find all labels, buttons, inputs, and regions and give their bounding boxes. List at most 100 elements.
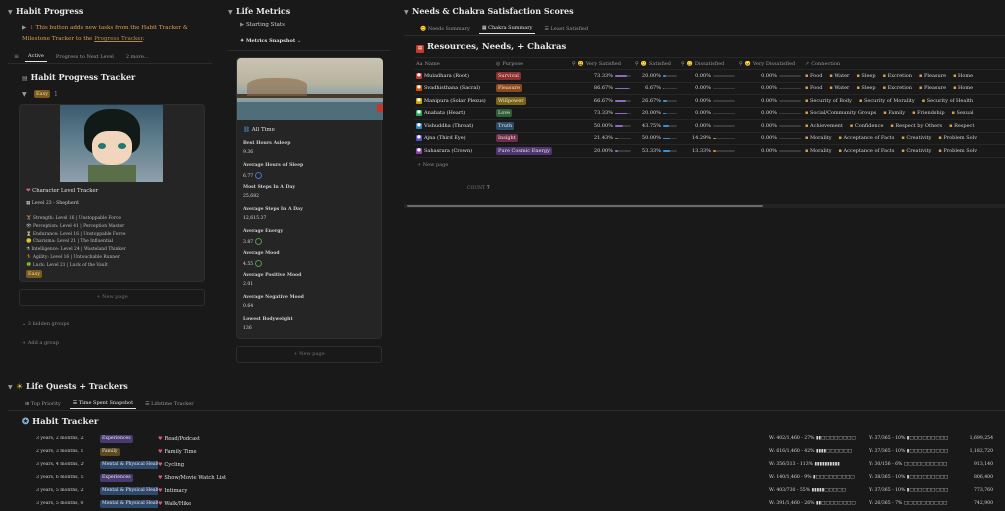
connection-tag[interactable]: ▪ Respect <box>949 123 974 129</box>
connection-tag[interactable]: ▪ Excretion <box>883 85 912 91</box>
character-card[interactable]: ❤ Character Level Tracker ▦ Level 23 - S… <box>19 104 205 282</box>
tab-needs-summary[interactable]: 😊 Needs Summary <box>417 24 473 34</box>
tag-icon: ▪ <box>838 135 842 142</box>
chakra-name[interactable]: ● Ajna (Third Eye) <box>414 135 494 142</box>
chakra-name[interactable]: ● Anahata (Heart) <box>414 110 494 117</box>
horizontal-scrollbar[interactable] <box>404 204 1005 208</box>
connection-tag[interactable]: ▪ Security of Health <box>922 98 973 104</box>
connection-tag[interactable]: ▪ Pleasure <box>919 85 946 91</box>
connection-tag[interactable]: ▪ Sleep <box>856 85 875 91</box>
tab-progress-to-next-level[interactable]: Progress to Next Level <box>53 52 117 62</box>
scrollbar-thumb[interactable] <box>407 205 763 207</box>
connection-tag[interactable]: ▪ Respect by Others <box>890 123 942 129</box>
tab-chakra-summary[interactable]: ▦ Chakra Summary <box>478 23 536 34</box>
list-item[interactable]: 2 years, 3 months, 1 days Family ♥ Famil… <box>22 445 1005 458</box>
tab-time-spent-snapshot[interactable]: ☰ Time Spent Snapshot <box>69 398 137 409</box>
progress-bar <box>615 112 631 114</box>
collapse-toggle-icon[interactable]: ▼ <box>404 9 412 16</box>
progress-bar <box>615 75 631 77</box>
chakra-name[interactable]: ● Muladhara (Root) <box>414 72 494 79</box>
tab-more[interactable]: 2 more... <box>123 52 152 62</box>
collapse-toggle-icon[interactable]: ▼ <box>8 9 16 16</box>
table-row[interactable]: ● Ajna (Third Eye) Insight 21.43% 50.00% … <box>414 133 1005 145</box>
add-group-button[interactable]: + Add a group <box>22 340 59 346</box>
table-row[interactable]: ● Sahasrara (Crown) Pure Cosmic Energy 20… <box>414 145 1005 158</box>
connection-tag[interactable]: ▪ Security of Morality <box>859 98 915 104</box>
connection-tag[interactable]: ▪ Problem Solv <box>938 148 977 154</box>
connection-tag[interactable]: ▪ Excretion <box>883 73 912 79</box>
habit-name[interactable]: ♥ Family Time <box>158 449 318 455</box>
tab-least-satisfied[interactable]: ☰ Least Satisfied <box>541 24 591 34</box>
new-page-button[interactable]: + New page <box>236 346 382 363</box>
connection-tag[interactable]: ▪ Acceptance of Facts <box>839 135 895 141</box>
table-row[interactable]: ● Manipura (Solar Plexus) Willpower 66.67… <box>414 95 1005 108</box>
connection-tag[interactable]: ▪ Social/Community Groups <box>805 110 876 116</box>
connection-tag[interactable]: ▪ Security of Body <box>805 98 852 104</box>
connection-tag[interactable]: ▪ Food <box>805 73 822 79</box>
progress-tracker-link[interactable]: Progress Tracker <box>94 36 143 42</box>
table-row[interactable]: ● Vishuddha (Throat) Truth 50.00% 43.75% … <box>414 120 1005 133</box>
new-page-button[interactable]: + New page <box>19 289 205 306</box>
new-row-button[interactable]: + New page <box>414 158 1005 172</box>
progress-bar <box>663 150 677 152</box>
connection-tag[interactable]: ▪ Morality <box>805 135 832 141</box>
connection-tag[interactable]: ▪ Creativity <box>901 135 931 141</box>
tracker-title[interactable]: Habit Tracker <box>32 417 98 427</box>
tag-icon: ▪ <box>805 85 809 92</box>
connection-tag[interactable]: ▪ Friendship <box>912 110 944 116</box>
list-item[interactable]: 3 years, 5 months, 22 days Mental & Phys… <box>22 484 1005 497</box>
starting-stats-toggle[interactable]: ▶ Starting Stats <box>240 22 285 28</box>
chakra-name[interactable]: ● Svadhisthana (Sacral) <box>414 85 494 92</box>
table-row[interactable]: ● Anahata (Heart) Love 73.33% 20.00% 0.00… <box>414 108 1005 120</box>
connection-tag[interactable]: ▪ Acceptance of Facts <box>839 148 895 154</box>
collapse-toggle-icon[interactable]: ▼ <box>8 384 16 391</box>
table-row[interactable]: ● Svadhisthana (Sacral) Pleasure 86.67% 6… <box>414 83 1005 95</box>
list-icon: ☰ <box>544 25 549 32</box>
connection-tag[interactable]: ▪ Sleep <box>856 73 875 79</box>
connection-tag[interactable]: ▪ Problem Solv <box>938 135 977 141</box>
connection-tag[interactable]: ▪ Food <box>805 85 822 91</box>
tab-top-priority[interactable]: ⊞ Top Priority <box>22 399 64 409</box>
satisfied-cell: 53.33% <box>633 148 679 154</box>
connection-tag[interactable]: ▪ Morality <box>805 148 832 154</box>
habit-name[interactable]: ♥ Intimacy <box>158 488 318 494</box>
database-title[interactable]: Resources, Needs, + Chakras <box>427 42 566 52</box>
chakra-name[interactable]: ● Vishuddha (Throat) <box>414 122 494 129</box>
habit-name[interactable]: ♥ Walk/Hike <box>158 501 318 507</box>
tracker-title[interactable]: Habit Progress Tracker <box>31 72 136 82</box>
tab-active[interactable]: Active <box>25 51 47 62</box>
chakra-name[interactable]: ● Sahasrara (Crown) <box>414 147 494 154</box>
metrics-card[interactable]: ⛓ All Time Best Hours Asleep 9.36 Average… <box>236 57 383 339</box>
connection-tag[interactable]: ▪ Home <box>953 73 973 79</box>
habit-name[interactable]: ♥ Read/Podcast <box>158 436 318 442</box>
connection-tag[interactable]: ▪ Water <box>829 85 849 91</box>
habit-name[interactable]: ♥ Show/Movie Watch List <box>158 475 318 481</box>
connection-tag[interactable]: ▪ Sexual <box>952 110 974 116</box>
sun-icon: ☀ <box>16 381 24 391</box>
list-icon: ☰ <box>145 400 150 407</box>
habit-name[interactable]: ♥ Cycling <box>158 462 318 468</box>
connection-tag[interactable]: ▪ Water <box>829 73 849 79</box>
connection-tag[interactable]: ▪ Confidence <box>850 123 884 129</box>
list-item[interactable]: 3 years, 2 months, 25 days Experiences ♥… <box>22 432 1005 445</box>
connection-tag[interactable]: ▪ Pleasure <box>919 73 946 79</box>
search-icon: ⚲ <box>635 60 639 67</box>
table-row[interactable]: ● Muladhara (Root) Survival 73.33% 20.00%… <box>414 70 1005 83</box>
connection-tag[interactable]: ▪ Family <box>883 110 905 116</box>
connection-tag[interactable]: ▪ Achievement <box>805 123 843 129</box>
collapse-toggle-icon[interactable]: ▼ <box>228 9 236 16</box>
chakra-name[interactable]: ● Manipura (Solar Plexus) <box>414 97 494 104</box>
hidden-groups-toggle[interactable]: ⌄ 3 hidden groups <box>22 321 69 327</box>
connection-tag[interactable]: ▪ Creativity <box>901 148 931 154</box>
list-item[interactable]: 3 years, 5 months, 0 days Mental & Physi… <box>22 497 1005 510</box>
button-note[interactable]: ▶ ↓ This button adds new tasks from the H… <box>22 23 208 45</box>
list-item[interactable]: 3 years, 4 months, 29 days Mental & Phys… <box>22 458 1005 471</box>
progress-ring-icon <box>255 260 263 267</box>
collapse-icon[interactable]: ▼ <box>22 91 30 98</box>
purpose-tag: Willpower <box>496 96 526 105</box>
list-item[interactable]: 3 years, 6 months, 15 days Experiences ♥… <box>22 471 1005 484</box>
group-header[interactable]: ▼ Easy 1 <box>22 90 58 98</box>
tab-lifetime-tracker[interactable]: ☰ Lifetime Tracker <box>142 399 197 409</box>
tab-metrics-snapshot[interactable]: ✦ Metrics Snapshot ⌄ <box>240 38 301 44</box>
connection-tag[interactable]: ▪ Home <box>953 85 973 91</box>
